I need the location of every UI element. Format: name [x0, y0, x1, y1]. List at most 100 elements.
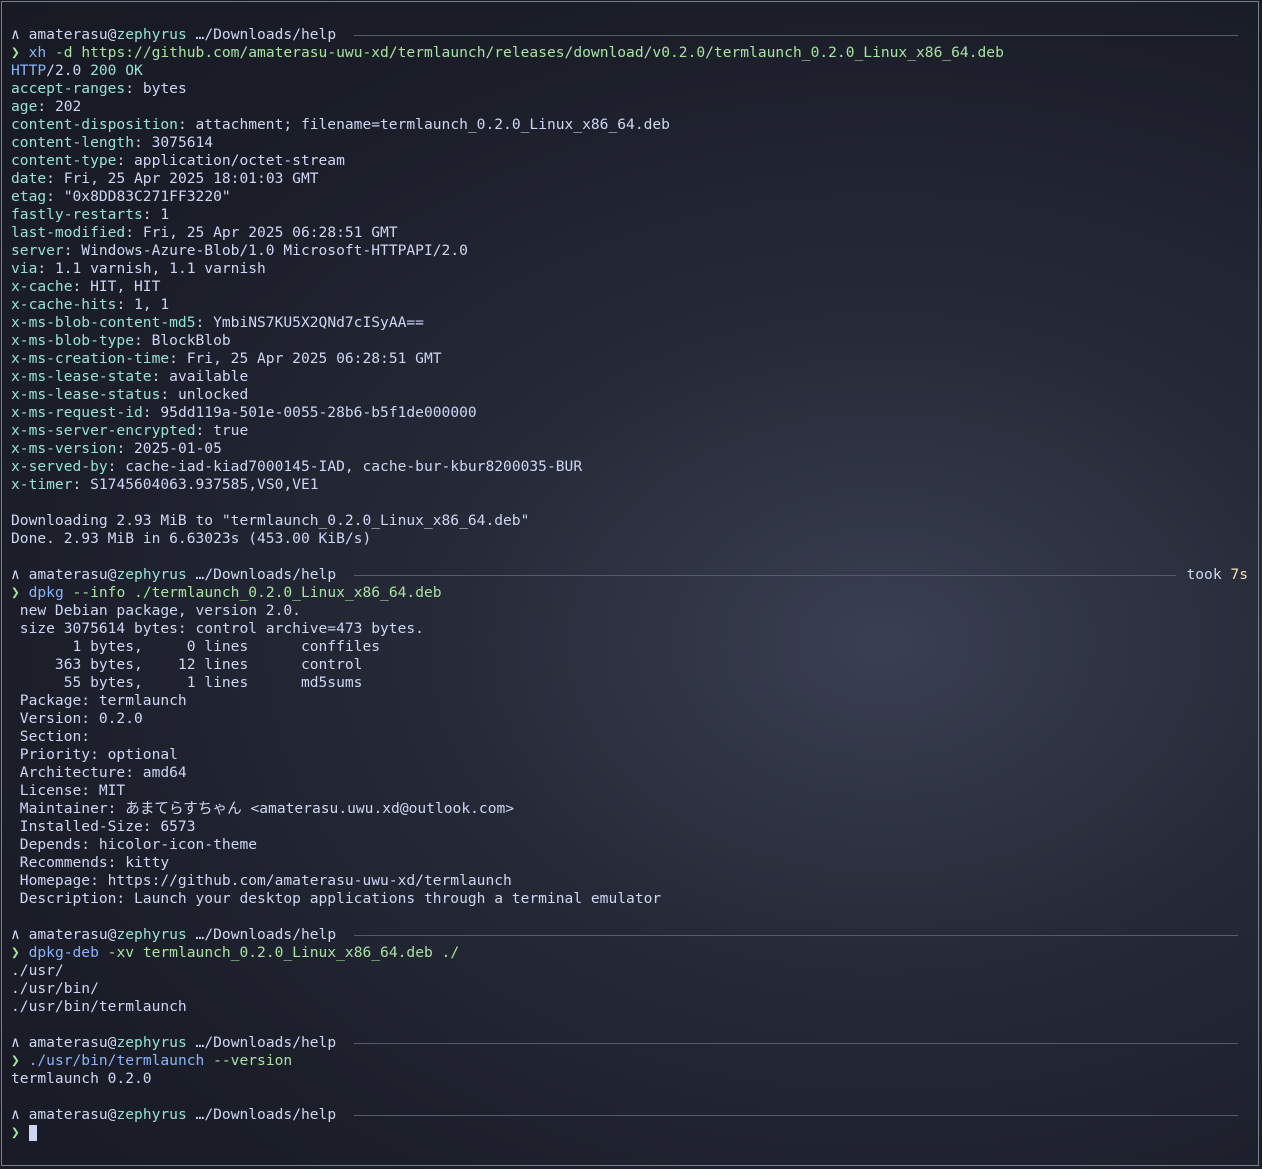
header-value: bytes [142, 80, 187, 97]
header-value: Fri, 25 Apr 2025 18:01:03 GMT [63, 170, 319, 187]
command-input-line[interactable]: ❯ [11, 1124, 1248, 1142]
header-value: 1 [160, 206, 170, 223]
prompt-rule [354, 574, 1177, 576]
prompt-header: ∧ amaterasu @ zephyrus …/Downloads/help [11, 926, 1248, 944]
info-line: Depends: hicolor-icon-theme [11, 836, 258, 853]
header-key: last-modified [11, 224, 126, 241]
prompt-header: ∧ amaterasu @ zephyrus …/Downloads/help to… [11, 566, 1248, 584]
header-key: x-ms-blob-type [11, 332, 135, 349]
prompt-at: @ [107, 1034, 117, 1051]
header-value: BlockBlob [151, 332, 231, 349]
prompt-arrow-icon: ❯ [11, 1124, 20, 1141]
header-key: age [11, 98, 38, 115]
header-line: server: Windows-Azure-Blob/1.0 Microsoft… [11, 242, 468, 259]
text-cursor[interactable] [28, 1125, 37, 1141]
prompt-marker: ∧ [11, 566, 20, 583]
info-line: Installed-Size: 6573 [11, 818, 196, 835]
header-line: etag: "0x8DD83C271FF3220" [11, 188, 231, 205]
prompt-dir: …/Downloads/help [186, 26, 337, 43]
prompt-at: @ [107, 926, 117, 943]
prompt-at: @ [107, 566, 117, 583]
prompt-marker: ∧ [11, 926, 20, 943]
info-line: 1 bytes, 0 lines conffiles [11, 638, 381, 655]
prompt-marker: ∧ [11, 1034, 20, 1051]
command-args: --version [204, 1052, 293, 1069]
prompt-dir: …/Downloads/help [186, 1034, 337, 1051]
header-value: cache-iad-kiad7000145-IAD, cache-bur-kbu… [125, 458, 583, 475]
command-args: -xv termlaunch_0.2.0_Linux_x86_64.deb ./ [98, 944, 460, 961]
prompt-at: @ [107, 26, 117, 43]
command-line[interactable]: ❯ ./usr/bin/termlaunch --version [11, 1052, 1248, 1070]
header-line: x-ms-request-id: 95dd119a-501e-0055-28b6… [11, 404, 477, 421]
prompt-arrow-icon: ❯ [11, 944, 20, 961]
prompt-user: amaterasu [28, 1106, 108, 1123]
info-line: Recommends: kitty [11, 854, 170, 871]
prompt-host: zephyrus [116, 1034, 187, 1051]
prompt-rule [354, 1042, 1238, 1044]
header-line: content-type: application/octet-stream [11, 152, 345, 169]
header-line: age: 202 [11, 98, 82, 115]
command-line[interactable]: ❯ xh -d https://github.com/amaterasu-uwu… [11, 44, 1248, 62]
header-line: x-served-by: cache-iad-kiad7000145-IAD, … [11, 458, 583, 475]
took-value: 7s [1230, 566, 1248, 583]
header-value: attachment; filename=termlaunch_0.2.0_Li… [195, 116, 670, 133]
info-line: Version: 0.2.0 [11, 710, 143, 727]
header-line: x-ms-version: 2025-01-05 [11, 440, 222, 457]
header-key: x-cache [11, 278, 73, 295]
info-line: License: MIT [11, 782, 126, 799]
header-line: x-ms-lease-state: available [11, 368, 249, 385]
header-key: date [11, 170, 47, 187]
info-line: new Debian package, version 2.0. [11, 602, 301, 619]
header-key: x-ms-creation-time [11, 350, 170, 367]
extract-line: ./usr/bin/ [11, 980, 99, 997]
header-value: 95dd119a-501e-0055-28b6-b5f1de000000 [160, 404, 477, 421]
header-key: x-served-by [11, 458, 108, 475]
header-value: application/octet-stream [134, 152, 345, 169]
http-status: HTTP/2.0 200 OK [11, 62, 1248, 80]
header-key: etag [11, 188, 47, 205]
header-key: x-ms-blob-content-md5 [11, 314, 196, 331]
extract-line: ./usr/ [11, 962, 64, 979]
command-line[interactable]: ❯ dpkg-deb -xv termlaunch_0.2.0_Linux_x8… [11, 944, 1248, 962]
header-line: accept-ranges: bytes [11, 80, 187, 97]
terminal-window[interactable]: ∧ amaterasu @ zephyrus …/Downloads/help ❯ … [1, 1, 1259, 1166]
extract-line: ./usr/bin/termlaunch [11, 998, 187, 1015]
prompt-user: amaterasu [28, 566, 108, 583]
command-bin: dpkg [28, 584, 64, 601]
header-value: available [169, 368, 249, 385]
header-key: x-ms-lease-state [11, 368, 152, 385]
header-value: true [213, 422, 249, 439]
header-value: Fri, 25 Apr 2025 06:28:51 GMT [186, 350, 442, 367]
header-line: x-ms-blob-type: BlockBlob [11, 332, 231, 349]
extract-output: ./usr/./usr/bin/./usr/bin/termlaunch [11, 962, 1248, 1016]
prompt-arrow-icon: ❯ [11, 44, 20, 61]
header-key: accept-ranges [11, 80, 126, 97]
header-key: x-cache-hits [11, 296, 117, 313]
command-bin: ./usr/bin/termlaunch [28, 1052, 205, 1069]
header-value: 202 [54, 98, 82, 115]
header-value: 1, 1 [134, 296, 170, 313]
took-label: took [1186, 566, 1231, 583]
done-line: Done. 2.93 MiB in 6.63023s (453.00 KiB/s… [11, 530, 372, 547]
prompt-host: zephyrus [116, 566, 187, 583]
command-bin: xh [28, 44, 47, 61]
header-line: date: Fri, 25 Apr 2025 18:01:03 GMT [11, 170, 319, 187]
prompt-arrow-icon: ❯ [11, 584, 20, 601]
header-key: via [11, 260, 38, 277]
header-line: x-ms-creation-time: Fri, 25 Apr 2025 06:… [11, 350, 442, 367]
prompt-dir: …/Downloads/help [186, 566, 337, 583]
prompt-rule [354, 1114, 1238, 1116]
header-line: x-ms-server-encrypted: true [11, 422, 249, 439]
header-line: last-modified: Fri, 25 Apr 2025 06:28:51… [11, 224, 398, 241]
header-key: content-type [11, 152, 117, 169]
prompt-user: amaterasu [28, 926, 108, 943]
response-headers: accept-ranges: bytes age: 202 content-disp… [11, 80, 1248, 494]
header-line: content-disposition: attachment; filenam… [11, 116, 670, 133]
command-args: --info ./termlaunch_0.2.0_Linux_x86_64.d… [63, 584, 442, 601]
header-value: "0x8DD83C271FF3220" [63, 188, 231, 205]
header-line: via: 1.1 varnish, 1.1 varnish [11, 260, 266, 277]
download-line: Downloading 2.93 MiB to "termlaunch_0.2.… [11, 512, 530, 529]
prompt-user: amaterasu [28, 26, 108, 43]
command-line[interactable]: ❯ dpkg --info ./termlaunch_0.2.0_Linux_x… [11, 584, 1248, 602]
prompt-host: zephyrus [116, 26, 187, 43]
